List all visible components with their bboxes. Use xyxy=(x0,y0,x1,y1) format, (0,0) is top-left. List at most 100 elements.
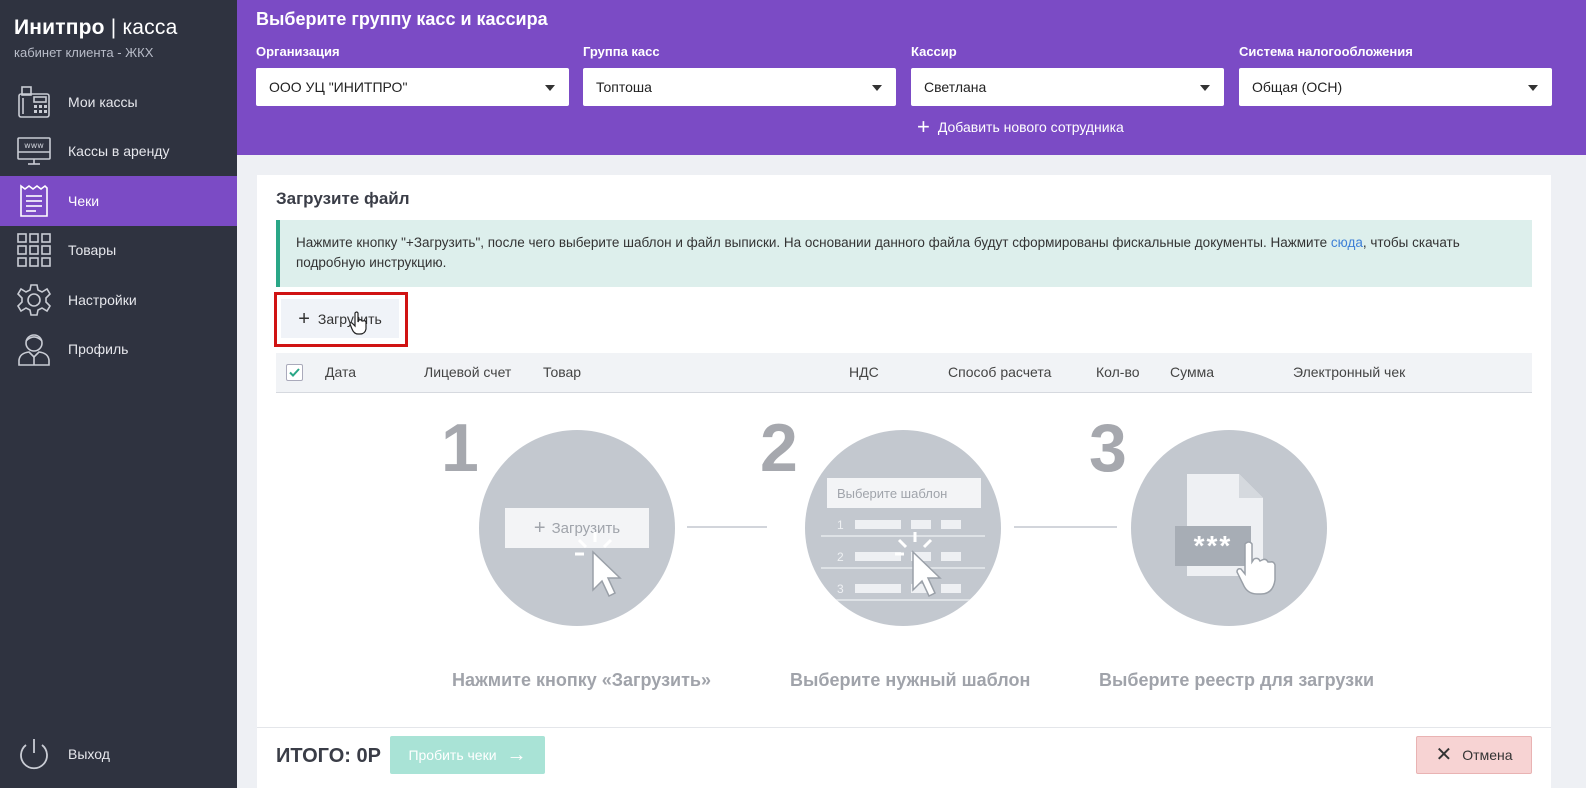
sidebar-item-label: Чеки xyxy=(68,192,100,209)
step-connector xyxy=(687,526,767,528)
sidebar-item-label: Выход xyxy=(68,746,110,762)
plus-icon: + xyxy=(298,307,310,330)
sidebar: Инитпро | касса кабинет клиента - ЖКХ Мо… xyxy=(0,0,237,788)
chevron-down-icon xyxy=(545,85,555,91)
total-amount: ИТОГО: 0Р xyxy=(276,745,381,767)
organization-select[interactable]: ООО УЦ "ИНИТПРО" xyxy=(256,68,569,106)
organization-field: Организация ООО УЦ "ИНИТПРО" xyxy=(256,44,569,106)
sidebar-item-label: Настройки xyxy=(68,291,137,308)
plus-icon: + xyxy=(917,114,930,139)
brand: Инитпро | касса кабинет клиента - ЖКХ xyxy=(14,16,177,60)
select-value: Светлана xyxy=(924,79,987,95)
select-all-checkbox[interactable] xyxy=(286,364,303,381)
brand-name-rest: касса xyxy=(122,16,178,39)
select-value: Топтоша xyxy=(596,79,652,95)
close-icon: ✕ xyxy=(1435,744,1453,766)
field-label: Система налогообложения xyxy=(1239,44,1413,59)
field-label: Организация xyxy=(256,44,340,59)
sidebar-item-label: Профиль xyxy=(68,341,129,358)
pointer-cursor-icon xyxy=(895,532,942,598)
register-group-select[interactable]: Топтоша xyxy=(583,68,896,106)
step-2-illustration: Выберите шаблон 1 2 3 xyxy=(805,430,1001,626)
plus-icon: + xyxy=(533,516,546,539)
cashier-select[interactable]: Светлана xyxy=(911,68,1224,106)
info-banner: Нажмите кнопку "+Загрузить", после чего … xyxy=(276,220,1532,287)
select-value: Общая (ОСН) xyxy=(1252,79,1343,95)
column-header-quantity[interactable]: Кол-во xyxy=(1096,364,1140,380)
sidebar-item-label: Мои кассы xyxy=(68,93,138,110)
select-value: ООО УЦ "ИНИТПРО" xyxy=(269,79,408,95)
step-3-illustration: *** xyxy=(1131,430,1327,626)
sidebar-item-products[interactable]: Товары xyxy=(0,226,237,276)
column-header-product[interactable]: Товар xyxy=(543,364,581,380)
header-title: Выберите группу касс и кассира xyxy=(256,9,548,29)
process-receipts-button[interactable]: Пробить чеки → xyxy=(390,736,545,774)
panel-title: Загрузите файл xyxy=(276,189,410,208)
template-row-number: 3 xyxy=(837,582,844,596)
steps-illustration: 1 + Загрузить Нажмите кнопку «Загрузить»… xyxy=(257,397,1551,697)
panel-footer: ИТОГО: 0Р Пробить чеки → ✕ Отмена xyxy=(257,727,1551,788)
sidebar-item-rental-registers[interactable]: www Кассы в аренду xyxy=(0,127,237,177)
brand-separator: | xyxy=(104,16,123,39)
process-label: Пробить чеки xyxy=(408,747,497,763)
step-caption: Выберите реестр для загрузки xyxy=(1099,670,1375,690)
receipt-icon xyxy=(16,183,52,219)
register-selection-header: Выберите группу касс и кассира Организац… xyxy=(237,0,1586,155)
template-row-number: 2 xyxy=(837,550,844,564)
table-header: Дата Лицевой счет Товар НДС Способ расче… xyxy=(276,353,1532,393)
cancel-label: Отмена xyxy=(1462,747,1513,763)
template-row-number: 1 xyxy=(837,518,844,532)
sidebar-item-my-registers[interactable]: Мои кассы xyxy=(0,77,237,127)
tax-system-select[interactable]: Общая (ОСН) xyxy=(1239,68,1552,106)
tax-system-field: Система налогообложения Общая (ОСН) xyxy=(1239,44,1552,106)
power-icon xyxy=(16,736,52,772)
sidebar-item-label: Кассы в аренду xyxy=(68,143,170,160)
user-icon xyxy=(16,331,52,367)
arrow-right-icon: → xyxy=(506,744,527,766)
upload-button[interactable]: + Загрузить xyxy=(281,299,399,338)
column-header-payment-method[interactable]: Способ расчета xyxy=(948,364,1051,380)
instruction-link[interactable]: сюда xyxy=(1331,235,1363,250)
hand-cursor-icon xyxy=(349,311,367,335)
step-number: 2 xyxy=(760,410,798,486)
chevron-down-icon xyxy=(1200,85,1210,91)
step-caption: Нажмите кнопку «Загрузить» xyxy=(452,670,711,690)
cashier-field: Кассир Светлана xyxy=(911,44,1224,106)
info-text: Нажмите кнопку "+Загрузить", после чего … xyxy=(296,235,1331,250)
brand-subtitle: кабинет клиента - ЖКХ xyxy=(14,45,154,60)
step-connector xyxy=(1014,526,1117,528)
field-label: Группа касс xyxy=(583,44,660,59)
column-header-date[interactable]: Дата xyxy=(325,364,356,380)
pointer-cursor-icon xyxy=(575,532,622,598)
gear-icon xyxy=(16,282,52,318)
column-header-account[interactable]: Лицевой счет xyxy=(424,364,511,380)
sidebar-nav: Мои кассы www Кассы в аренду Чеки Товары… xyxy=(0,77,237,374)
step-caption: Выберите нужный шаблон xyxy=(790,670,1031,690)
checkmark-icon xyxy=(289,368,300,377)
upload-panel: Загрузите файл Нажмите кнопку "+Загрузит… xyxy=(257,175,1551,788)
column-header-vat[interactable]: НДС xyxy=(849,364,879,380)
brand-name-bold: Инитпро xyxy=(14,16,105,39)
field-label: Кассир xyxy=(911,44,957,59)
hand-cursor-icon xyxy=(1236,541,1276,595)
chevron-down-icon xyxy=(872,85,882,91)
sidebar-item-label: Товары xyxy=(68,242,117,259)
add-employee-link[interactable]: + Добавить нового сотрудника xyxy=(917,116,1124,138)
svg-text:www: www xyxy=(24,141,44,150)
grid-icon xyxy=(16,232,52,268)
step-number: 3 xyxy=(1089,410,1127,486)
brand-title: Инитпро | касса xyxy=(14,16,177,40)
add-employee-label: Добавить нового сотрудника xyxy=(937,119,1124,135)
column-header-sum[interactable]: Сумма xyxy=(1170,364,1214,380)
sidebar-item-exit[interactable]: Выход xyxy=(16,736,110,772)
cash-register-icon xyxy=(16,84,52,120)
sidebar-item-receipts[interactable]: Чеки xyxy=(0,176,237,226)
chevron-down-icon xyxy=(1528,85,1538,91)
column-header-e-receipt[interactable]: Электронный чек xyxy=(1293,364,1405,380)
upload-highlight: + Загрузить xyxy=(274,292,408,347)
step-number: 1 xyxy=(441,410,479,486)
sidebar-item-profile[interactable]: Профиль xyxy=(0,325,237,375)
www-monitor-icon: www xyxy=(16,133,52,169)
cancel-button[interactable]: ✕ Отмена xyxy=(1416,736,1532,774)
sidebar-item-settings[interactable]: Настройки xyxy=(0,275,237,325)
